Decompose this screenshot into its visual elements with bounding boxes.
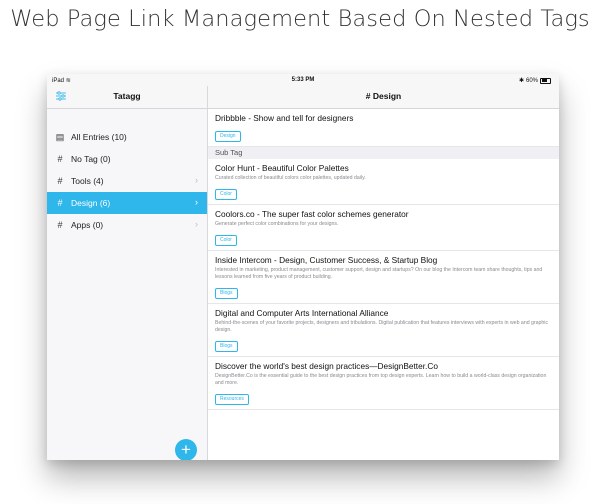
sidebar-item-all[interactable]: ▤ All Entries (10) (47, 126, 207, 148)
main-nav-bar: # Design (208, 86, 559, 109)
chevron-right-icon: › (195, 219, 198, 229)
sidebar-item-label: All Entries (10) (71, 132, 127, 142)
entry-title: Inside Intercom - Design, Customer Succe… (215, 255, 438, 265)
status-time: 5:33 PM (291, 77, 315, 83)
sidebar-title: Tatagg (113, 91, 141, 101)
main-panel: # Design Dribbble - Show and tell for de… (208, 86, 559, 460)
entry-title: Dribbble - Show and tell for designers (215, 113, 354, 123)
sidebar-item-label: No Tag (0) (71, 154, 111, 164)
tag-badge[interactable]: Blogs (215, 340, 238, 352)
sidebar-item-label: Tools (4) (71, 176, 104, 186)
tag-badge[interactable]: Blogs (215, 287, 238, 299)
sidebar-item-apps[interactable]: # Apps (0) › (47, 214, 207, 236)
entry-title: Coolors.co - The super fast color scheme… (215, 209, 409, 219)
hashtag-icon: # (57, 198, 63, 208)
hashtag-icon: # (57, 176, 63, 186)
hashtag-icon: # (57, 220, 63, 230)
sidebar-nav-bar: Tatagg (47, 86, 207, 109)
sidebar-item-label: Apps (0) (71, 220, 104, 230)
add-entry-button[interactable]: + (175, 439, 197, 460)
sidebar-list: ▤ All Entries (10) # No Tag (0) # Tools (4) › #… (47, 126, 207, 236)
status-right: ✱ 60% (519, 77, 551, 84)
entry-title: Discover the world's best design practic… (215, 361, 438, 371)
tag-badge[interactable]: Resources (215, 393, 249, 405)
sidebar: Tatagg ▤ All Entries (10) # No Tag (0) # Tool… (47, 86, 208, 460)
entry-title: Color Hunt - Beautiful Color Palettes (215, 163, 349, 173)
tag-badge[interactable]: Design (215, 130, 241, 142)
bluetooth-icon: ✱ (518, 78, 524, 84)
chevron-right-icon: › (195, 197, 198, 207)
main-title: # Design (365, 91, 402, 101)
list-item[interactable]: Coolors.co - The super fast color scheme… (208, 205, 559, 251)
tag-badge[interactable]: Color (215, 188, 237, 200)
sidebar-item-label: Design (6) (71, 198, 111, 208)
ipad-screen: iPad ≋ 5:33 PM ✱ 60% Tatagg ▤ All Entries… (47, 74, 559, 460)
entry-description: Curated collection of beautiful colors c… (215, 175, 366, 181)
chevron-right-icon: › (195, 175, 198, 185)
sidebar-item-no[interactable]: # No Tag (0) (47, 148, 207, 170)
list-item[interactable]: Color Hunt - Beautiful Color Palettes Cur… (208, 159, 559, 205)
entry-list: Color Hunt - Beautiful Color Palettes Cur… (208, 159, 559, 410)
sidebar-item-tools[interactable]: # Tools (4) › (47, 170, 207, 192)
entry-description: DesignBetter.Co is the essential guide t… (215, 373, 547, 386)
section-header: Sub Tag (208, 147, 559, 159)
list-item[interactable]: Digital and Computer Arts International … (208, 304, 559, 357)
tag-badge[interactable]: Color (215, 234, 237, 246)
list-item[interactable]: Dribbble - Show and tell for designers D… (208, 109, 559, 147)
entry-title: Digital and Computer Arts International … (215, 308, 389, 318)
battery-percent: 60% (525, 77, 538, 84)
list-item[interactable]: Discover the world's best design practic… (208, 357, 559, 410)
sidebar-item-design[interactable]: # Design (6) › (47, 192, 207, 214)
entry-description: Interested in marketing, product managem… (215, 267, 543, 280)
list-icon: ▤ (55, 131, 65, 142)
battery-icon (540, 77, 551, 84)
entry-description: Behind-the-scenes of your favorite proje… (215, 320, 549, 333)
hashtag-icon: # (57, 154, 63, 164)
entry-description: Generate perfect color combinations for … (215, 221, 339, 227)
page-headline: Web Page Link Management Based On Nested… (10, 6, 590, 32)
status-bar: iPad ≋ 5:33 PM ✱ 60% (47, 74, 559, 86)
list-item[interactable]: Inside Intercom - Design, Customer Succe… (208, 251, 559, 304)
